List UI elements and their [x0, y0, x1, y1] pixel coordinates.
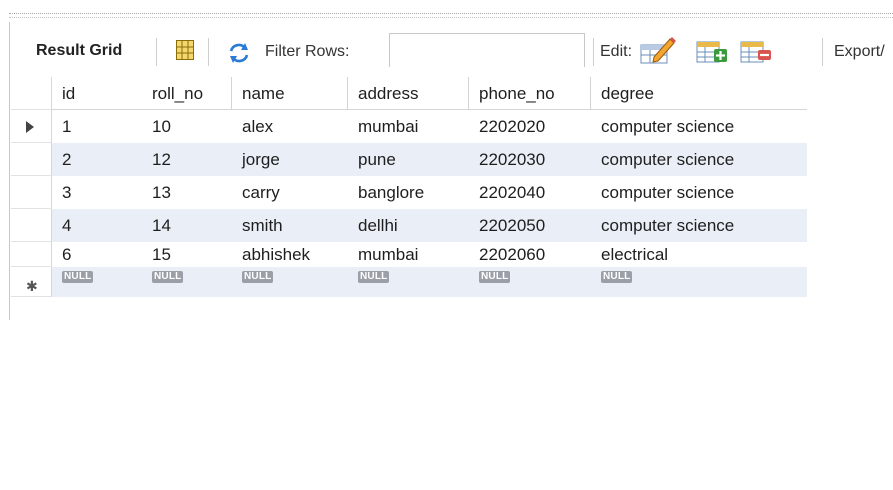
column-header-id[interactable]: id — [52, 77, 142, 110]
cell-degree[interactable]: computer science — [591, 176, 807, 209]
row-header[interactable] — [11, 143, 52, 176]
null-badge[interactable]: NULL — [62, 271, 94, 283]
cell-id[interactable]: 4 — [52, 209, 142, 242]
cell-name[interactable]: alex — [232, 110, 348, 143]
edit-label: Edit: — [600, 43, 633, 60]
column-header-degree[interactable]: degree — [591, 77, 807, 110]
row-header[interactable]: ✱ — [11, 267, 52, 297]
cell-address[interactable]: mumbai — [348, 242, 469, 267]
cell-roll-no[interactable]: 14 — [142, 209, 232, 242]
toolbar-separator — [822, 38, 823, 66]
cell-phone-no[interactable]: 2202060 — [469, 242, 591, 267]
cell-phone-no[interactable]: 2202030 — [469, 143, 591, 176]
row-header-corner — [11, 77, 52, 110]
current-row-arrow-icon — [26, 121, 34, 133]
column-header-roll-no[interactable]: roll_no — [142, 77, 232, 110]
filter-rows-input[interactable] — [389, 33, 585, 67]
cell-address[interactable]: banglore — [348, 176, 469, 209]
row-header[interactable] — [11, 209, 52, 242]
row-header[interactable] — [11, 176, 52, 209]
new-row-star-icon: ✱ — [26, 278, 38, 294]
cell-name[interactable]: carry — [232, 176, 348, 209]
column-header-name[interactable]: name — [232, 77, 348, 110]
cell-address[interactable]: mumbai — [348, 110, 469, 143]
refresh-icon[interactable] — [228, 42, 250, 64]
cell-address[interactable]: dellhi — [348, 209, 469, 242]
grid-icon[interactable] — [176, 40, 194, 60]
cell-degree[interactable]: computer science — [591, 143, 807, 176]
edit-icon[interactable] — [640, 35, 676, 65]
cell-roll-no[interactable]: 12 — [142, 143, 232, 176]
cell-id[interactable]: 3 — [52, 176, 142, 209]
null-badge[interactable]: NULL — [242, 271, 274, 283]
result-grid-label[interactable]: Result Grid — [36, 42, 122, 60]
column-header-address[interactable]: address — [348, 77, 469, 110]
row-header[interactable] — [11, 242, 52, 267]
null-badge[interactable]: NULL — [358, 271, 390, 283]
null-badge[interactable]: NULL — [479, 271, 511, 283]
cell-roll-no[interactable]: 10 — [142, 110, 232, 143]
add-row-icon[interactable] — [696, 39, 728, 65]
toolbar-separator — [593, 38, 594, 66]
cell-name[interactable]: smith — [232, 209, 348, 242]
toolbar-separator — [156, 38, 157, 66]
cell-name[interactable]: jorge — [232, 143, 348, 176]
column-header-phone-no[interactable]: phone_no — [469, 77, 591, 110]
row-header[interactable] — [11, 110, 52, 143]
null-badge[interactable]: NULL — [152, 271, 184, 283]
cell-phone-no[interactable]: 2202020 — [469, 110, 591, 143]
cell-roll-no[interactable]: 15 — [142, 242, 232, 267]
toolbar-separator — [208, 38, 209, 66]
cell-id[interactable]: 6 — [52, 242, 142, 267]
export-button[interactable]: Export/ — [834, 43, 885, 61]
cell-degree[interactable]: computer science — [591, 110, 807, 143]
cell-phone-no[interactable]: 2202050 — [469, 209, 591, 242]
cell-id[interactable]: 2 — [52, 143, 142, 176]
cell-roll-no[interactable]: 13 — [142, 176, 232, 209]
cell-address[interactable]: pune — [348, 143, 469, 176]
filter-rows-label: Filter Rows: — [265, 43, 350, 60]
cell-id[interactable]: 1 — [52, 110, 142, 143]
cell-degree[interactable]: computer science — [591, 209, 807, 242]
cell-degree[interactable]: electrical — [591, 242, 807, 267]
cell-name[interactable]: abhishek — [232, 242, 348, 267]
null-badge[interactable]: NULL — [601, 271, 633, 283]
result-toolbar: Result Grid Filter Rows: Edit: Export/ — [0, 0, 893, 80]
delete-row-icon[interactable] — [740, 39, 772, 65]
cell-phone-no[interactable]: 2202040 — [469, 176, 591, 209]
